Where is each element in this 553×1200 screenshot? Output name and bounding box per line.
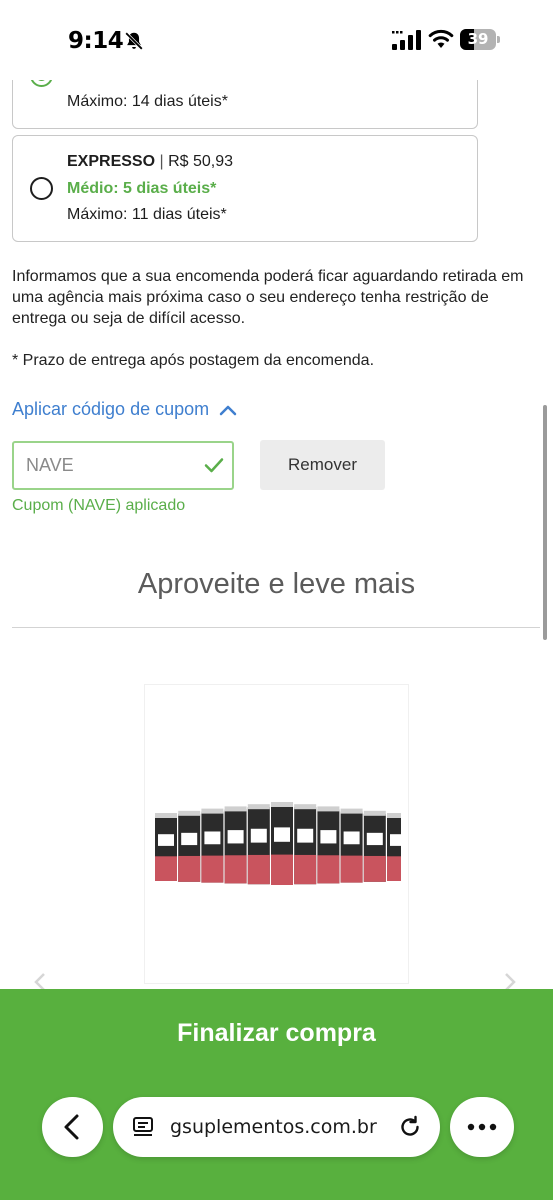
reload-icon[interactable]	[397, 1114, 423, 1140]
option-header: EXPRESSO | R$ 50,93	[67, 153, 233, 171]
scrollbar[interactable]	[543, 405, 547, 640]
shipping-option-expresso[interactable]: EXPRESSO | R$ 50,93 Médio: 5 dias úteis*…	[12, 135, 478, 242]
remove-coupon-button[interactable]: Remover	[260, 440, 385, 490]
signal-icon	[392, 30, 421, 50]
coupon-applied-message: Cupom (NAVE) aplicado	[12, 497, 186, 514]
checkout-bar: Finalizar compra	[0, 989, 553, 1200]
chevron-left-icon	[64, 1114, 79, 1140]
delivery-time-note: * Prazo de entrega após postagem da enco…	[12, 352, 375, 369]
divider	[12, 627, 540, 628]
option-name: EXPRESSO	[67, 153, 156, 170]
product-image	[155, 802, 401, 885]
checkout-button[interactable]: Finalizar compra	[0, 1003, 553, 1063]
status-time: 9:14	[68, 28, 124, 54]
back-button[interactable]	[42, 1097, 103, 1157]
chevron-up-icon	[219, 405, 237, 415]
more-button[interactable]	[450, 1097, 514, 1157]
battery-level: 39	[467, 30, 489, 48]
bell-off-icon	[125, 32, 143, 50]
wifi-icon	[428, 29, 454, 48]
delivery-info-text: Informamos que a sua encomenda poderá fi…	[12, 268, 524, 327]
coupon-input[interactable]	[14, 443, 232, 488]
upsell-title: Aproveite e leve mais	[137, 568, 416, 600]
more-icon	[467, 1123, 497, 1131]
option-maximum: Máximo: 11 dias úteis*	[67, 206, 227, 223]
coupon-toggle-label: Aplicar código de cupom	[12, 399, 210, 419]
option-maximum: Máximo: 14 dias úteis*	[67, 93, 228, 110]
option-separator: |	[159, 153, 164, 170]
option-average: Médio: 5 dias úteis*	[67, 180, 217, 197]
battery-icon: 39	[460, 29, 500, 50]
coupon-field[interactable]	[12, 441, 234, 490]
option-price: R$ 50,93	[168, 153, 234, 170]
coupon-toggle[interactable]: Aplicar código de cupom	[12, 399, 237, 420]
url-text: gsuplementos.com.br	[170, 1116, 377, 1138]
status-bar: 9:14 39	[0, 0, 553, 80]
check-icon	[204, 458, 224, 473]
page-icon	[133, 1117, 153, 1136]
product-card[interactable]	[144, 684, 409, 984]
url-bar[interactable]: gsuplementos.com.br	[113, 1097, 440, 1157]
radio-unselected[interactable]	[30, 177, 53, 200]
